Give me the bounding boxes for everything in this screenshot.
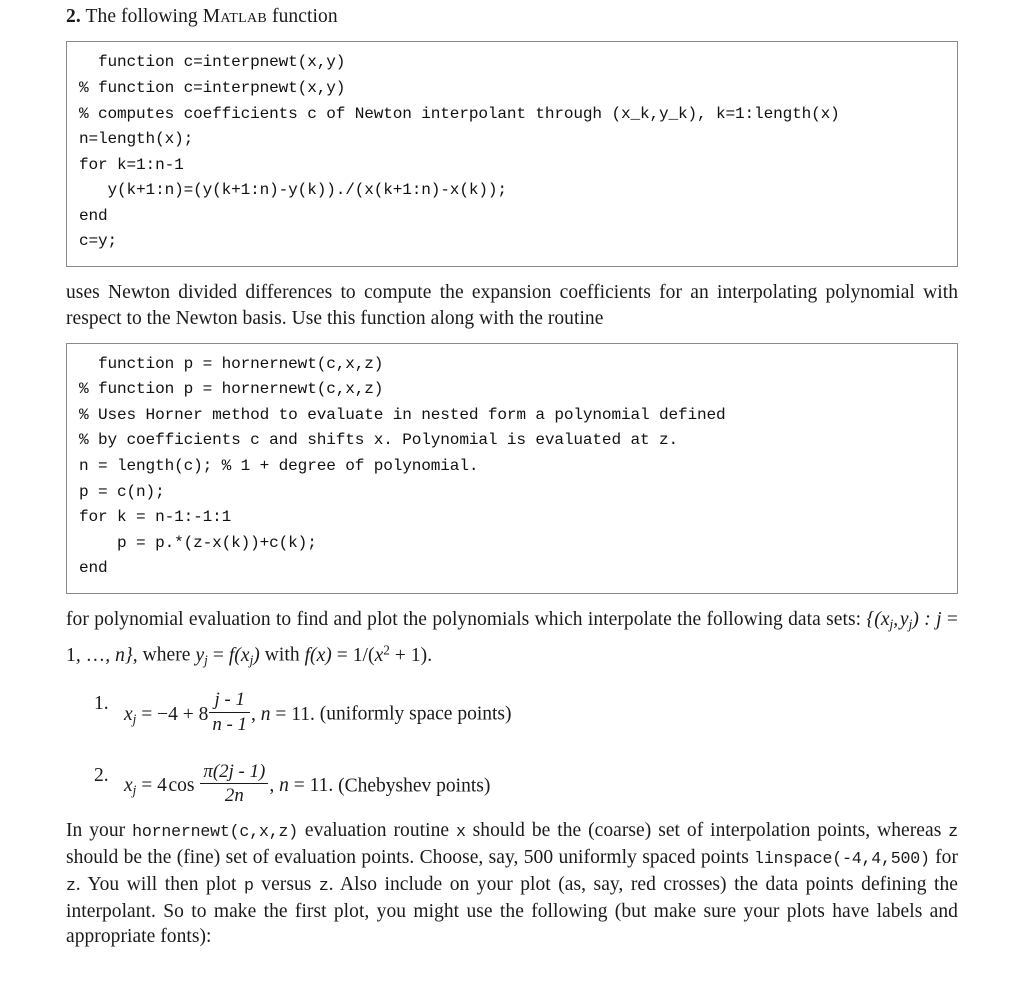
inline-code-linspace: linspace(-4,4,500)	[754, 848, 930, 868]
inline-code-z-1: z	[948, 822, 959, 842]
inline-code-p: p	[244, 875, 254, 895]
code-text-interpnewt: function c=interpnewt(x,y) % function c=…	[79, 53, 840, 251]
list-item: 1. xj = −4 + 8j - 1n - 1, n = 11. (unifo…	[66, 689, 958, 734]
paragraph-data-sets-mid2: with	[259, 645, 305, 666]
formula-chebyshev-points: xj = 4 cos π(2j - 1) 2n, n = 11.	[124, 760, 334, 806]
formula-uniform-points: xj = −4 + 8j - 1n - 1, n = 11.	[124, 689, 315, 735]
fraction-numerator: π(2j - 1)	[200, 761, 269, 784]
problem-heading: 2. The following Matlab function	[66, 4, 958, 30]
code-block-interpnewt: function c=interpnewt(x,y) % function c=…	[66, 41, 958, 268]
inline-code-z-2: z	[66, 875, 76, 895]
fraction-denominator: n - 1	[212, 713, 247, 735]
fraction-numerator: j - 1	[209, 689, 250, 713]
code-block-hornernewt: function p = hornernewt(c,x,z) % functio…	[66, 342, 958, 594]
paragraph-data-sets-mid: where	[137, 645, 196, 666]
fraction-chebyshev: π(2j - 1) 2n	[200, 761, 269, 806]
problem-number: 2.	[66, 6, 81, 27]
heading-text-after: function	[267, 6, 338, 27]
paragraph-data-sets: for polynomial evaluation to find and pl…	[66, 607, 958, 673]
list-item-marker: 1.	[94, 693, 109, 715]
instr-text-5: for	[929, 846, 959, 868]
inline-code-x: x	[455, 822, 466, 842]
list-item: 2. xj = 4 cos π(2j - 1) 2n, n = 11. (Cheb…	[66, 761, 958, 806]
instr-text-2: evaluation routine	[297, 820, 456, 842]
math-y-definition: yj = f(xj)	[195, 645, 260, 668]
list-item-marker: 2.	[94, 764, 109, 786]
list-item-note: (Chebyshev points)	[338, 775, 491, 797]
instr-text-1: In your	[66, 820, 133, 842]
paragraph-data-sets-line1: for polynomial evaluation to find and pl…	[66, 609, 821, 630]
instr-text-3: should be the (coarse) set of interpolat…	[465, 820, 949, 842]
heading-text-before: The following	[85, 6, 203, 27]
inline-code-z-3: z	[318, 875, 329, 895]
paragraph-uses-newton: uses Newton divided differences to compu…	[66, 282, 958, 329]
matlab-label: Matlab	[202, 6, 267, 27]
instr-text-4: should be the (fine) set of evaluation p…	[66, 846, 755, 868]
code-text-hornernewt: function p = hornernewt(c,x,z) % functio…	[79, 354, 726, 578]
fraction-denominator: 2n	[224, 784, 244, 806]
paragraph-data-sets-prefix: sets:	[826, 609, 867, 630]
instr-text-7: versus	[253, 873, 319, 895]
list-item-note: (uniformly space points)	[319, 703, 512, 725]
math-f-definition: f(x) = 1/(x2 + 1).	[304, 642, 433, 666]
fraction-uniform: j - 1n - 1	[209, 689, 250, 735]
inline-code-hornernewt: hornernewt(c,x,z)	[132, 822, 298, 842]
paragraph-instructions: In your hornernewt(c,x,z) evaluation rou…	[66, 818, 958, 950]
document-page: 2. The following Matlab function functio…	[0, 4, 1024, 1002]
instr-text-6: . You will then plot	[75, 873, 245, 895]
point-sets-list: 1. xj = −4 + 8j - 1n - 1, n = 11. (unifo…	[66, 689, 958, 806]
